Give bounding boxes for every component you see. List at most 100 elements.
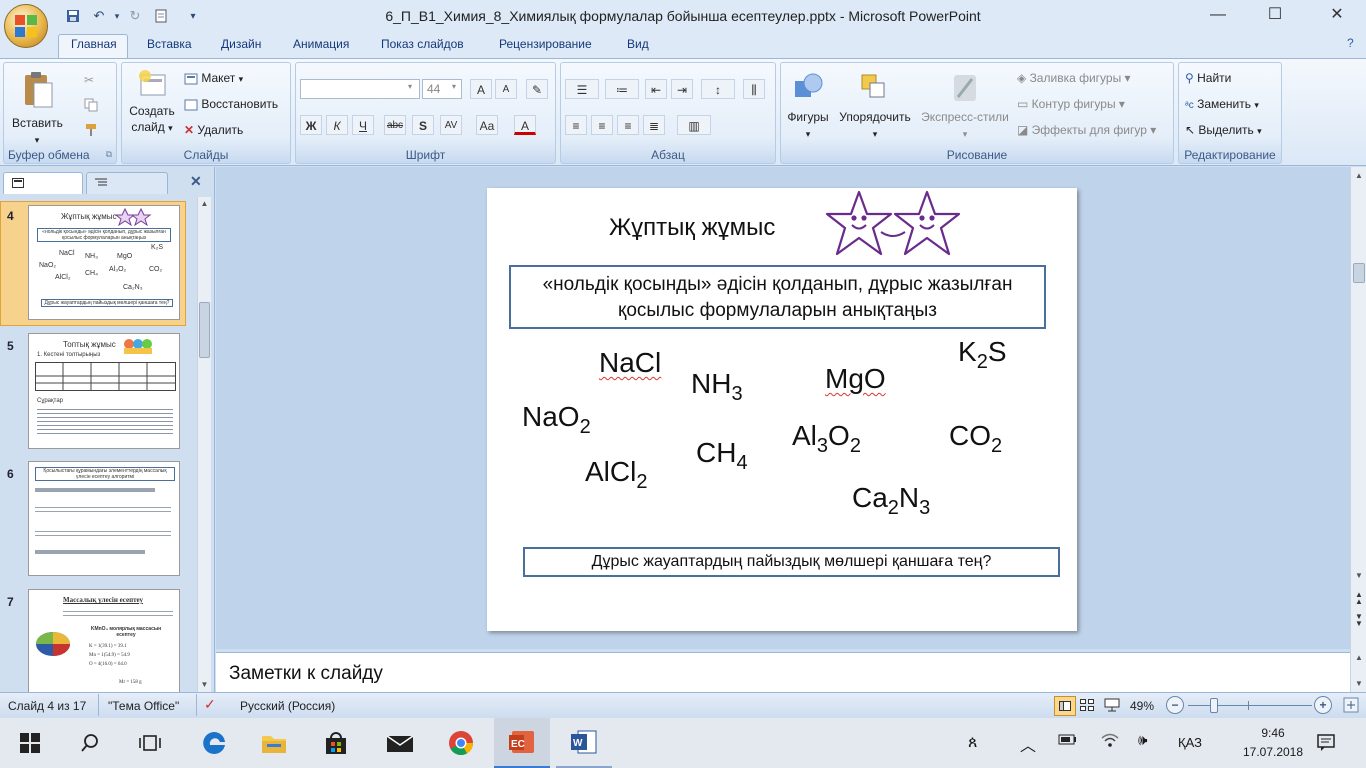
arrange-button[interactable]: Упорядочить ▾ <box>835 71 915 142</box>
start-button[interactable] <box>2 718 58 768</box>
show-hidden-icons[interactable]: ︿ <box>1020 732 1036 756</box>
action-center-icon[interactable] <box>1316 732 1336 755</box>
zoom-in-button[interactable]: + <box>1314 696 1332 714</box>
shape-outline-button[interactable]: ▭ Контур фигуры ▾ <box>1017 97 1125 111</box>
theme-name[interactable]: "Тема Office" <box>108 699 179 713</box>
font-size-dropdown-icon[interactable]: ▾ <box>452 82 456 91</box>
formula-k2s[interactable]: K2S <box>958 336 1007 374</box>
notes-scroll-up-icon[interactable]: ▲ <box>1353 653 1365 662</box>
office-button[interactable] <box>4 4 48 48</box>
formula-alcl2[interactable]: AlCl2 <box>585 456 647 494</box>
close-button[interactable]: ✕ <box>1322 4 1352 26</box>
zoom-out-button[interactable]: − <box>1166 696 1184 714</box>
outline-tab[interactable] <box>86 172 168 194</box>
previous-slide-icon[interactable]: ▲ ▲ <box>1353 591 1365 606</box>
shape-effects-button[interactable]: ◪ Эффекты для фигур ▾ <box>1017 123 1156 137</box>
scroll-up-icon[interactable]: ▲ <box>199 199 210 209</box>
reset-button[interactable]: Восстановить <box>184 97 278 111</box>
thumbnail-slide-5[interactable]: Топтық жұмыс 1. Кестені толтырыңыз Сұрақ… <box>28 333 180 449</box>
shadow-button[interactable]: S <box>412 115 434 135</box>
help-icon[interactable]: ? <box>1347 36 1354 50</box>
formula-ca2n3[interactable]: Ca2N3 <box>852 482 930 520</box>
format-painter-icon[interactable] <box>84 123 98 140</box>
slide-scrollbar[interactable]: ▲ ▼ ▲ ▲ ▼ ▼ ▲ ▼ <box>1350 167 1366 692</box>
slideshow-button[interactable] <box>1104 698 1120 715</box>
store-app[interactable] <box>308 718 364 768</box>
tab-animation[interactable]: Анимация <box>293 37 349 51</box>
scroll-down-icon[interactable]: ▼ <box>199 680 210 690</box>
maximize-button[interactable]: ☐ <box>1260 4 1290 26</box>
chrome-app[interactable] <box>433 718 489 768</box>
underline-button[interactable]: Ч <box>352 115 374 135</box>
fit-to-window-button[interactable] <box>1342 696 1360 714</box>
find-button[interactable]: ⚲ Найти <box>1185 71 1231 85</box>
people-icon[interactable]: ጰ <box>968 734 978 752</box>
replace-button[interactable]: ᵃc Заменить ▾ <box>1185 97 1259 111</box>
next-slide-icon[interactable]: ▼ ▼ <box>1353 613 1365 628</box>
line-spacing-button[interactable]: ↕ <box>701 79 735 99</box>
dialog-launcher-icon[interactable]: ⧉ <box>106 149 112 160</box>
edge-app[interactable] <box>186 718 242 768</box>
clear-format-button[interactable]: ✎ <box>526 79 548 99</box>
notes-scroll-down-icon[interactable]: ▼ <box>1353 679 1365 688</box>
shapes-button[interactable]: Фигуры ▾ <box>783 71 833 142</box>
formula-ch4[interactable]: CH4 <box>696 437 748 475</box>
clock[interactable]: 9:46 17.07.2018 <box>1240 724 1306 762</box>
spelling-check-icon[interactable]: ✓ <box>204 696 216 713</box>
tab-review[interactable]: Рецензирование <box>499 37 592 51</box>
scroll-down-icon[interactable]: ▼ <box>1353 571 1365 580</box>
notes-placeholder[interactable]: Заметки к слайду <box>229 663 383 685</box>
font-color-button[interactable]: A <box>514 115 536 135</box>
task-view-button[interactable] <box>122 718 178 768</box>
shrink-font-button[interactable]: A <box>495 79 517 99</box>
formula-nacl[interactable]: NaCl <box>599 347 661 379</box>
formula-mgo[interactable]: MgO <box>825 363 886 395</box>
formula-nao2[interactable]: NaO2 <box>522 401 591 439</box>
shape-fill-button[interactable]: ◈ Заливка фигуры ▾ <box>1017 71 1131 85</box>
thumbnail-slide-4[interactable]: Жұптық жұмыс «нольдік қосынды» әдісін қо… <box>28 205 180 320</box>
grow-font-button[interactable]: A <box>470 79 492 99</box>
tab-view[interactable]: Вид <box>627 37 649 51</box>
bullets-button[interactable]: ☰ <box>565 79 599 99</box>
new-slide-button[interactable]: Создать слайд ▾ <box>126 69 178 136</box>
layout-button[interactable]: Макет ▾ <box>184 71 243 85</box>
formula-al3o2[interactable]: Al3O2 <box>792 420 861 458</box>
word-app[interactable]: W <box>556 718 612 768</box>
formula-co2[interactable]: CO2 <box>949 420 1002 458</box>
justify-button[interactable]: ≣ <box>643 115 665 135</box>
cut-icon[interactable]: ✂ <box>84 73 94 87</box>
font-name-select[interactable] <box>300 79 420 99</box>
close-pane-icon[interactable]: ✕ <box>190 173 202 190</box>
select-button[interactable]: ↖ Выделить ▾ <box>1185 123 1262 137</box>
search-button[interactable] <box>62 718 118 768</box>
text-direction-button[interactable]: ⫼ <box>743 79 765 99</box>
font-name-dropdown-icon[interactable]: ▾ <box>408 82 412 91</box>
current-slide[interactable]: Жұптық жұмыс «нольдік қосынды» әдісін қо… <box>487 188 1077 631</box>
char-spacing-button[interactable]: AV <box>440 115 462 135</box>
align-right-button[interactable]: ≡ <box>617 115 639 135</box>
bold-button[interactable]: Ж <box>300 115 322 135</box>
thumbnail-slide-6[interactable]: Қосылыстағы құрамындағы элементтердің ма… <box>28 461 180 576</box>
align-center-button[interactable]: ≡ <box>591 115 613 135</box>
slides-tab[interactable] <box>3 172 83 194</box>
zoom-slider-thumb[interactable] <box>1210 698 1218 713</box>
tab-slideshow[interactable]: Показ слайдов <box>381 37 464 51</box>
wifi-icon[interactable] <box>1100 732 1120 751</box>
formula-nh3[interactable]: NH3 <box>691 368 743 406</box>
delete-slide-button[interactable]: ✕ Удалить <box>184 123 243 137</box>
battery-icon[interactable] <box>1058 732 1078 749</box>
language-indicator[interactable]: Русский (Россия) <box>240 699 335 713</box>
copy-icon[interactable] <box>84 98 98 115</box>
tab-home-label[interactable]: Главная <box>71 37 117 51</box>
question-box[interactable]: Дұрыс жауаптардың пайыздық мөлшері қанша… <box>523 547 1060 577</box>
minimize-button[interactable]: — <box>1203 4 1233 26</box>
normal-view-button[interactable] <box>1054 696 1076 716</box>
change-case-button[interactable]: Aa <box>476 115 498 135</box>
tab-insert[interactable]: Вставка <box>147 37 192 51</box>
slide-sorter-button[interactable] <box>1080 699 1094 714</box>
increase-indent-button[interactable]: ⇥ <box>671 79 693 99</box>
align-left-button[interactable]: ≡ <box>565 115 587 135</box>
italic-button[interactable]: К <box>326 115 348 135</box>
powerpoint-app[interactable]: EC <box>494 718 550 768</box>
zoom-level[interactable]: 49% <box>1130 699 1154 713</box>
